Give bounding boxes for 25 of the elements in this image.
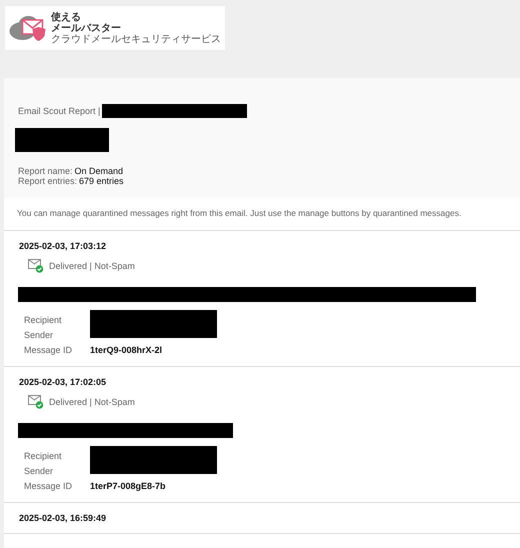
field-label: Message ID [24, 344, 74, 356]
field-label: Report entries: [18, 176, 78, 186]
field-value: 1terQ9-008hrX-2l [90, 344, 164, 356]
field-label: Message ID [24, 480, 74, 492]
field-value: 679 entries [79, 176, 124, 186]
message-status: Delivered | Not-Spam [49, 261, 135, 271]
message-date: 2025-02-03, 17:03:12 [19, 241, 108, 251]
logo-text: メールバスター [51, 22, 122, 34]
mail-delivered-icon [28, 395, 44, 409]
mail-delivered-icon [28, 259, 44, 273]
field-value: 1terP7-008gE8-7b [90, 480, 167, 492]
logo-tagline: クラウドメールセキュリティサービス [51, 34, 221, 44]
message-status: Delivered | Not-Spam [49, 397, 135, 407]
field-label: Sender [24, 329, 54, 341]
field-label: Sender [24, 465, 54, 477]
field-label: Recipient [24, 314, 63, 326]
message-date: 2025-02-03, 17:02:05 [19, 377, 108, 387]
message-date: 2025-02-03, 16:59:49 [19, 513, 108, 523]
report-title: Email Scout Report | [18, 106, 100, 116]
field-value: On Demand [74, 166, 124, 176]
field-label: Recipient [24, 450, 63, 462]
logo-text: 使える [51, 12, 82, 22]
notice-text: You can manage quarantined messages right from this email. Just use the manage buttons by quarantined messages. [4, 198, 520, 231]
cloud-mail-shield-icon [9, 15, 47, 41]
field-label: Report name: [18, 166, 73, 176]
